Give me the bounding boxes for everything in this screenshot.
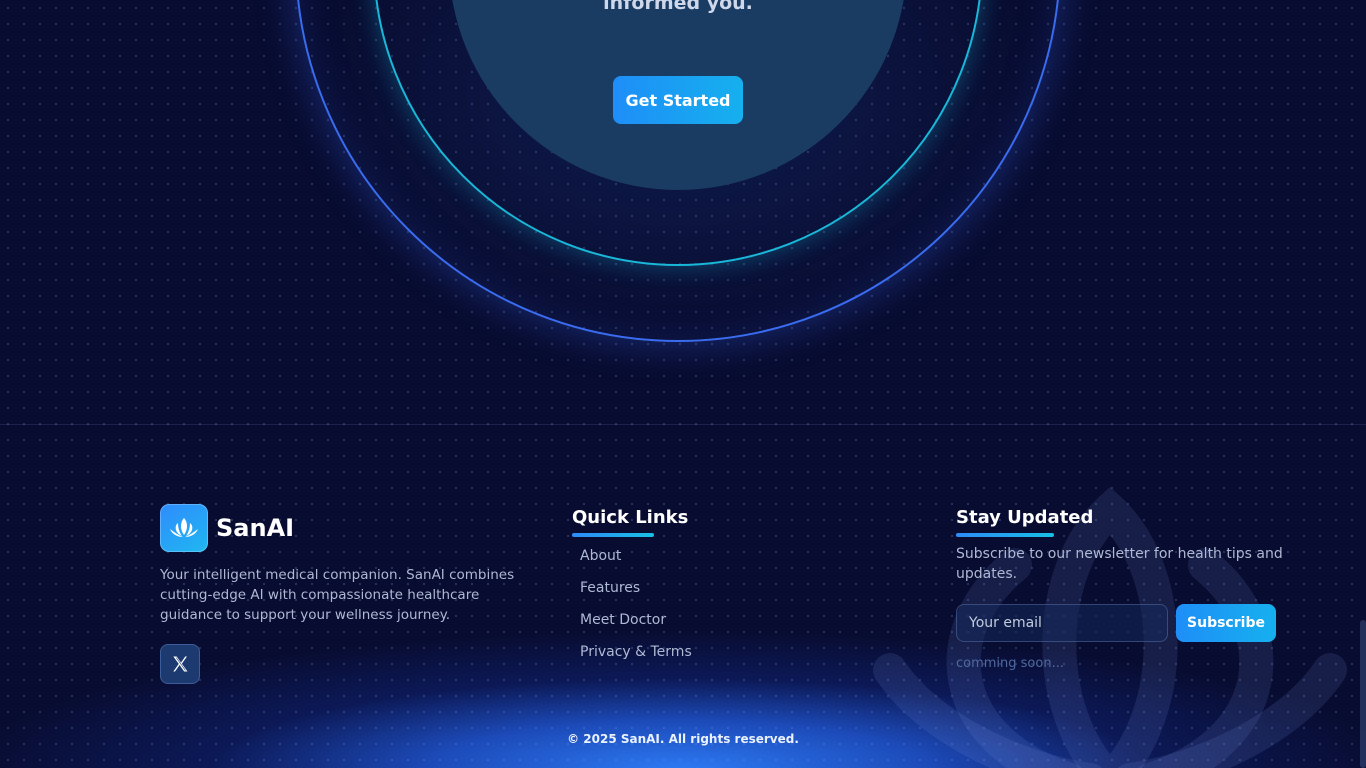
stay-updated-title: Stay Updated bbox=[956, 507, 1094, 528]
quick-link-features[interactable]: Features bbox=[580, 580, 640, 596]
copyright-text: © 2025 SanAI. All rights reserved. bbox=[567, 732, 799, 746]
quick-link-about[interactable]: About bbox=[580, 548, 621, 564]
email-input[interactable] bbox=[956, 604, 1168, 642]
quick-link-privacy-terms[interactable]: Privacy & Terms bbox=[580, 644, 692, 660]
stay-updated-heading: Stay Updated bbox=[956, 507, 1094, 537]
brand-name: SanAI bbox=[216, 514, 295, 542]
hero-text: informed you. bbox=[603, 0, 753, 14]
get-started-button[interactable]: Get Started bbox=[613, 76, 743, 124]
brand-description: Your intelligent medical companion. SanA… bbox=[160, 567, 515, 623]
quick-link-meet-doctor[interactable]: Meet Doctor bbox=[580, 612, 666, 628]
newsletter-note: comming soon... bbox=[956, 656, 1064, 671]
subscribe-button[interactable]: Subscribe bbox=[1176, 604, 1276, 642]
footer-brand[interactable]: SanAI bbox=[160, 504, 294, 552]
lotus-icon bbox=[160, 504, 208, 552]
x-twitter-link[interactable] bbox=[160, 644, 200, 684]
heading-underline bbox=[572, 533, 654, 537]
newsletter-description: Subscribe to our newsletter for health t… bbox=[956, 546, 1283, 582]
x-twitter-icon bbox=[173, 656, 188, 672]
quick-links-heading: Quick Links bbox=[572, 507, 689, 537]
heading-underline bbox=[956, 533, 1054, 537]
quick-links-title: Quick Links bbox=[572, 507, 689, 528]
section-divider bbox=[0, 424, 1366, 425]
scrollbar[interactable] bbox=[1360, 620, 1366, 768]
